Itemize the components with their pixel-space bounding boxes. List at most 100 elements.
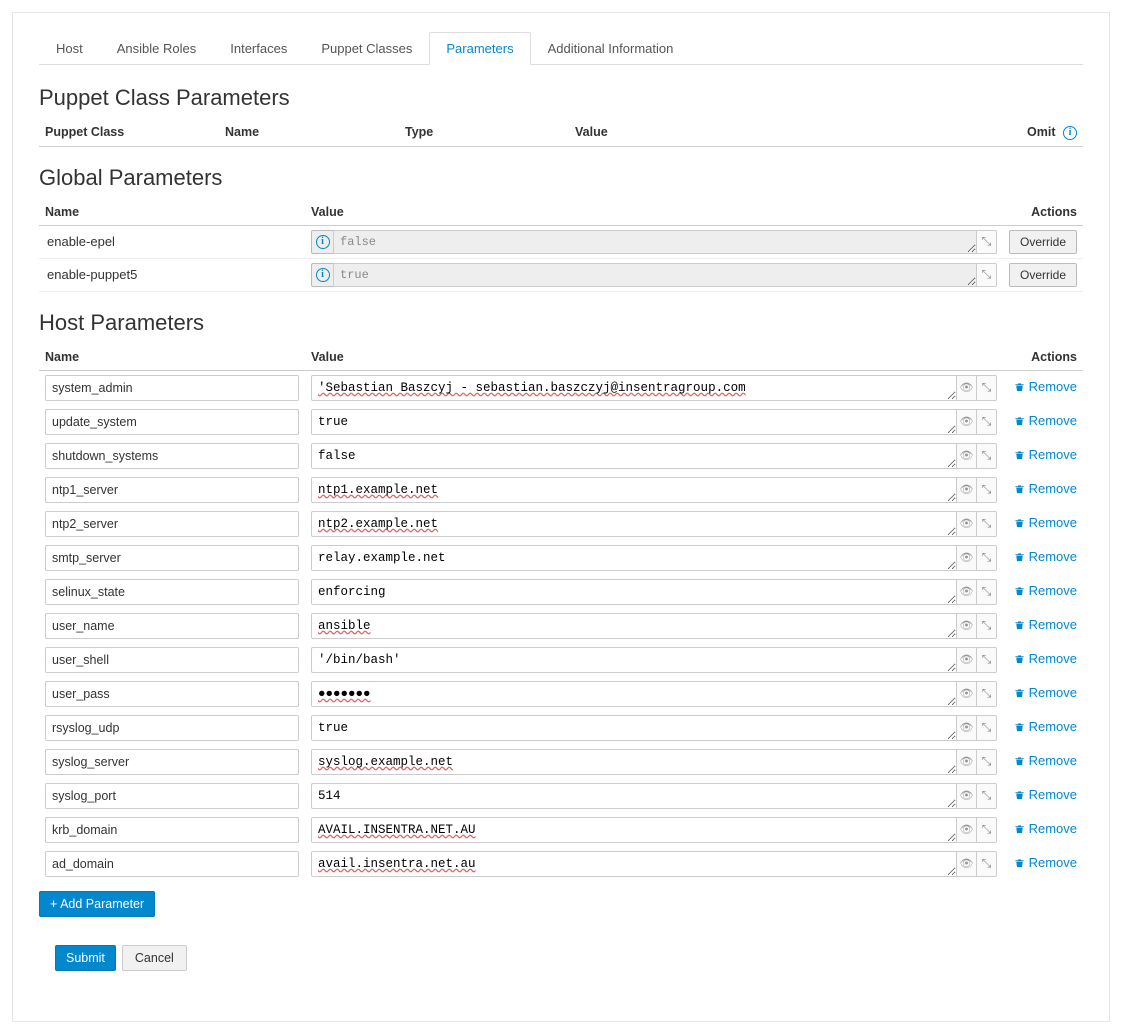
- param-value-input[interactable]: relay.example.net: [311, 545, 957, 571]
- param-name-input[interactable]: [45, 715, 299, 741]
- override-button[interactable]: Override: [1009, 230, 1077, 254]
- param-value-input[interactable]: true: [311, 715, 957, 741]
- param-name-input[interactable]: [45, 443, 299, 469]
- info-icon[interactable]: i: [1063, 126, 1077, 140]
- expand-icon[interactable]: [977, 579, 997, 605]
- eye-icon[interactable]: [957, 783, 977, 809]
- param-value-input[interactable]: avail.insentra.net.au: [311, 851, 957, 877]
- param-name-input[interactable]: [45, 647, 299, 673]
- tab-ansible-roles[interactable]: Ansible Roles: [100, 32, 214, 65]
- param-value-input[interactable]: enforcing: [311, 579, 957, 605]
- tab-puppet-classes[interactable]: Puppet Classes: [304, 32, 429, 65]
- expand-icon[interactable]: [977, 817, 997, 843]
- eye-icon[interactable]: [957, 443, 977, 469]
- expand-icon[interactable]: [977, 647, 997, 673]
- param-value-input[interactable]: ●●●●●●●: [311, 681, 957, 707]
- param-value-input[interactable]: '/bin/bash': [311, 647, 957, 673]
- param-name-input[interactable]: [45, 749, 299, 775]
- remove-button[interactable]: Remove: [1014, 651, 1077, 666]
- override-button[interactable]: Override: [1009, 263, 1077, 287]
- eye-icon[interactable]: [957, 579, 977, 605]
- remove-button[interactable]: Remove: [1014, 821, 1077, 836]
- add-parameter-button[interactable]: + Add Parameter: [39, 891, 155, 917]
- remove-button[interactable]: Remove: [1014, 379, 1077, 394]
- param-name-input[interactable]: [45, 477, 299, 503]
- expand-icon[interactable]: [977, 715, 997, 741]
- global-param-row: enable-epel i false Override: [39, 225, 1083, 258]
- remove-button[interactable]: Remove: [1014, 515, 1077, 530]
- eye-icon[interactable]: [957, 477, 977, 503]
- submit-button[interactable]: Submit: [55, 945, 116, 971]
- param-value-input[interactable]: ntp2.example.net: [311, 511, 957, 537]
- expand-icon[interactable]: [977, 409, 997, 435]
- expand-icon[interactable]: [977, 511, 997, 537]
- form-buttons: Submit Cancel: [39, 945, 1083, 971]
- host-param-row: AVAIL.INSENTRA.NET.AU Remove: [39, 813, 1083, 847]
- cancel-button[interactable]: Cancel: [122, 945, 187, 971]
- expand-icon[interactable]: [977, 851, 997, 877]
- expand-icon[interactable]: [977, 443, 997, 469]
- param-value-input[interactable]: 514: [311, 783, 957, 809]
- tab-parameters[interactable]: Parameters: [429, 32, 530, 65]
- param-value-input[interactable]: ansible: [311, 613, 957, 639]
- expand-icon[interactable]: [977, 545, 997, 571]
- param-name-input[interactable]: [45, 681, 299, 707]
- remove-button[interactable]: Remove: [1014, 447, 1077, 462]
- tab-additional-information[interactable]: Additional Information: [531, 32, 691, 65]
- eye-icon[interactable]: [957, 817, 977, 843]
- eye-icon[interactable]: [957, 545, 977, 571]
- expand-icon[interactable]: [977, 613, 997, 639]
- param-value-input[interactable]: false: [311, 443, 957, 469]
- remove-button[interactable]: Remove: [1014, 787, 1077, 802]
- expand-icon[interactable]: [977, 477, 997, 503]
- param-name-input[interactable]: [45, 375, 299, 401]
- param-name-input[interactable]: [45, 579, 299, 605]
- info-icon[interactable]: i: [311, 263, 333, 287]
- param-name-input[interactable]: [45, 511, 299, 537]
- expand-icon[interactable]: [977, 681, 997, 707]
- eye-icon[interactable]: [957, 647, 977, 673]
- remove-button[interactable]: Remove: [1014, 583, 1077, 598]
- param-name-input[interactable]: [45, 613, 299, 639]
- host-param-row: avail.insentra.net.au Remove: [39, 847, 1083, 881]
- remove-button[interactable]: Remove: [1014, 719, 1077, 734]
- gp-name: enable-epel: [39, 225, 305, 258]
- param-name-input[interactable]: [45, 851, 299, 877]
- expand-icon[interactable]: [977, 749, 997, 775]
- info-icon[interactable]: i: [311, 230, 333, 254]
- eye-icon[interactable]: [957, 681, 977, 707]
- eye-icon[interactable]: [957, 715, 977, 741]
- remove-button[interactable]: Remove: [1014, 617, 1077, 632]
- param-name-input[interactable]: [45, 817, 299, 843]
- param-name-input[interactable]: [45, 409, 299, 435]
- param-value-input[interactable]: syslog.example.net: [311, 749, 957, 775]
- hp-col-value: Value: [305, 344, 1003, 371]
- tab-host[interactable]: Host: [39, 32, 100, 65]
- eye-icon[interactable]: [957, 851, 977, 877]
- param-value-input[interactable]: true: [311, 409, 957, 435]
- eye-icon[interactable]: [957, 375, 977, 401]
- tab-interfaces[interactable]: Interfaces: [213, 32, 304, 65]
- param-value-input[interactable]: ntp1.example.net: [311, 477, 957, 503]
- puppet-class-params-heading: Puppet Class Parameters: [39, 85, 1083, 111]
- remove-button[interactable]: Remove: [1014, 549, 1077, 564]
- eye-icon[interactable]: [957, 511, 977, 537]
- col-omit: Omit i: [1013, 119, 1083, 146]
- remove-button[interactable]: Remove: [1014, 685, 1077, 700]
- expand-icon[interactable]: [977, 230, 997, 254]
- eye-icon[interactable]: [957, 613, 977, 639]
- expand-icon[interactable]: [977, 783, 997, 809]
- remove-button[interactable]: Remove: [1014, 753, 1077, 768]
- remove-button[interactable]: Remove: [1014, 855, 1077, 870]
- gp-name: enable-puppet5: [39, 258, 305, 291]
- param-value-input[interactable]: 'Sebastian Baszcyj - sebastian.baszczyj@…: [311, 375, 957, 401]
- eye-icon[interactable]: [957, 749, 977, 775]
- param-value-input[interactable]: AVAIL.INSENTRA.NET.AU: [311, 817, 957, 843]
- remove-button[interactable]: Remove: [1014, 413, 1077, 428]
- expand-icon[interactable]: [977, 375, 997, 401]
- param-name-input[interactable]: [45, 545, 299, 571]
- expand-icon[interactable]: [977, 263, 997, 287]
- eye-icon[interactable]: [957, 409, 977, 435]
- remove-button[interactable]: Remove: [1014, 481, 1077, 496]
- param-name-input[interactable]: [45, 783, 299, 809]
